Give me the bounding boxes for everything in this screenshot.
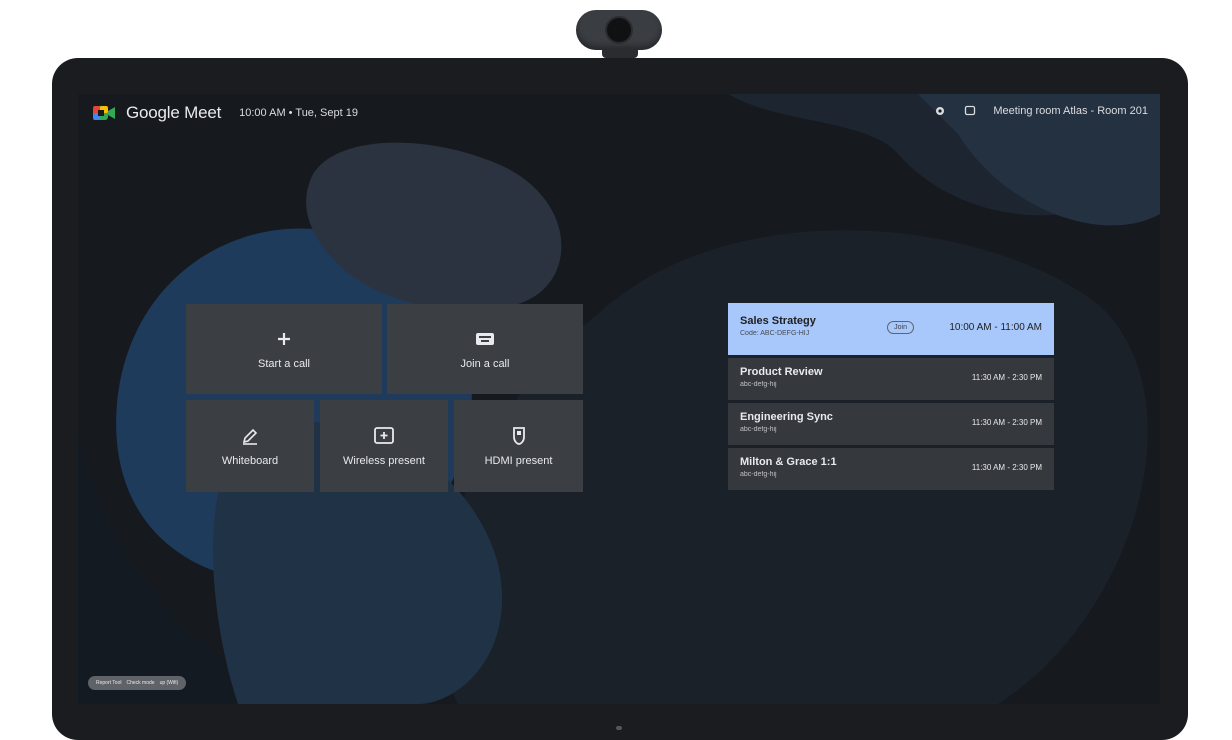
top-bar-left: Google Meet 10:00 AM • Tue, Sept 19 (92, 102, 358, 124)
meeting-item-engineering-sync[interactable]: Engineering Sync abc-defg-hij 11:30 AM -… (728, 403, 1054, 445)
join-badge[interactable]: Join (887, 321, 914, 334)
app-brand: Google Meet (126, 103, 222, 122)
wireless-present-button[interactable]: Wireless present (320, 400, 448, 492)
clock: 10:00 AM • Tue, Sept 19 (239, 107, 358, 119)
plus-icon (273, 328, 295, 350)
meeting-item-milton-grace[interactable]: Milton & Grace 1:1 abc-defg-hij 11:30 AM… (728, 448, 1054, 490)
join-call-label: Join a call (460, 358, 510, 370)
start-call-button[interactable]: Start a call (186, 304, 382, 394)
feedback-icon[interactable] (963, 104, 977, 118)
hdmi-present-label: HDMI present (484, 455, 553, 467)
meeting-item-sales-strategy[interactable]: Sales Strategy Code: ABC-DEFG-HIJ Join 1… (728, 303, 1054, 355)
status-item: up (Wifi) (159, 680, 179, 686)
pen-icon (239, 425, 261, 447)
top-bar-right: Meeting room Atlas - Room 201 (933, 104, 1148, 118)
join-call-button[interactable]: Join a call (387, 304, 583, 394)
hdmi-present-button[interactable]: HDMI present (454, 400, 583, 492)
meeting-list: Sales Strategy Code: ABC-DEFG-HIJ Join 1… (728, 303, 1054, 493)
hdmi-icon (508, 425, 530, 447)
meeting-time: 10:00 AM - 11:00 AM (949, 322, 1042, 333)
camera-mount (602, 48, 638, 58)
whiteboard-button[interactable]: Whiteboard (186, 400, 314, 492)
wireless-present-label: Wireless present (343, 455, 425, 467)
meeting-code: abc-defg-hij (740, 471, 777, 478)
meeting-time: 11:30 AM - 2:30 PM (971, 463, 1042, 472)
room-name: Meeting room Atlas - Room 201 (993, 105, 1148, 117)
keyboard-icon (474, 328, 496, 350)
whiteboard-label: Whiteboard (221, 455, 279, 467)
settings-icon[interactable] (933, 104, 947, 118)
status-item: Report Tool (96, 680, 122, 686)
meeting-code: abc-defg-hij (740, 426, 777, 433)
present-icon (373, 425, 395, 447)
meeting-item-product-review[interactable]: Product Review abc-defg-hij 11:30 AM - 2… (728, 358, 1054, 400)
meeting-code: abc-defg-hij (740, 381, 777, 388)
meet-screen: Google Meet 10:00 AM • Tue, Sept 19 Meet… (78, 94, 1160, 704)
google-meet-logo-icon (92, 102, 116, 124)
meeting-time: 11:30 AM - 2:30 PM (971, 418, 1042, 427)
camera-lens (605, 16, 633, 44)
webcam (576, 10, 662, 50)
meeting-time: 11:30 AM - 2:30 PM (971, 373, 1042, 382)
status-pill[interactable]: Report Tool Check mode up (Wifi) (88, 676, 187, 690)
status-item: Check mode (126, 680, 155, 686)
start-call-label: Start a call (258, 358, 310, 370)
power-led (616, 726, 622, 730)
